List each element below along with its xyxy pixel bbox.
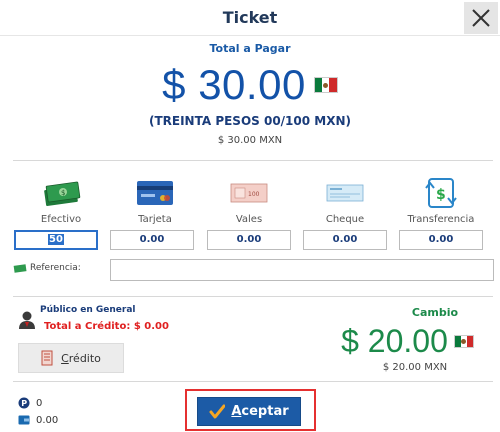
reference-label: Referencia: bbox=[30, 263, 81, 273]
credit-button-label: Crédito bbox=[61, 351, 101, 365]
person-icon bbox=[18, 310, 36, 334]
credit-total-label: Total a Crédito: bbox=[44, 321, 131, 332]
cash-amount-input[interactable]: 50 bbox=[14, 230, 98, 250]
document-icon bbox=[41, 350, 53, 366]
change-label: Cambio bbox=[411, 306, 459, 319]
total-label: Total a Pagar bbox=[209, 42, 291, 55]
wallet-balance: 0.00 bbox=[18, 414, 58, 426]
check-amount-input[interactable]: 0.00 bbox=[303, 230, 387, 250]
change-amount: $ 20.00 bbox=[341, 322, 448, 359]
points-balance: P 0 bbox=[18, 397, 42, 409]
change-currency: $ 20.00 MXN bbox=[382, 362, 448, 373]
amount-in-words: (TREINTA PESOS 00/100 MXN) bbox=[148, 114, 352, 128]
divider bbox=[13, 296, 493, 297]
transfer-amount-input[interactable]: 0.00 bbox=[399, 230, 483, 250]
credit-button[interactable]: Crédito bbox=[18, 343, 124, 373]
cash-icon: $ bbox=[44, 181, 81, 207]
window-title: Ticket bbox=[222, 8, 278, 27]
payment-method-label: Tarjeta bbox=[138, 214, 172, 225]
payment-method-vouchers[interactable]: 100 Vales bbox=[204, 176, 294, 225]
svg-text:$: $ bbox=[61, 189, 65, 197]
svg-text:100: 100 bbox=[248, 191, 260, 198]
payment-method-card[interactable]: Tarjeta bbox=[110, 176, 200, 225]
mexico-flag-icon bbox=[313, 77, 338, 93]
points-icon: P bbox=[18, 397, 30, 409]
payment-method-label: Vales bbox=[235, 214, 263, 225]
svg-text:$: $ bbox=[436, 187, 446, 203]
reference-label-group: Referencia: bbox=[13, 263, 81, 273]
voucher-icon: 100 bbox=[230, 183, 268, 203]
total-amount: $ 30.00 bbox=[162, 61, 306, 108]
credit-card-icon bbox=[137, 181, 173, 205]
accept-button-label: Aceptar bbox=[231, 404, 289, 419]
payment-method-cash[interactable]: $ Efectivo bbox=[16, 176, 106, 225]
payment-method-check[interactable]: Cheque bbox=[300, 176, 390, 225]
accept-button[interactable]: Aceptar bbox=[197, 397, 301, 426]
svg-text:P: P bbox=[21, 399, 27, 408]
points-value: 0 bbox=[36, 397, 43, 409]
reference-input[interactable] bbox=[110, 259, 494, 281]
credit-total-value: $ 0.00 bbox=[133, 321, 169, 332]
wallet-icon bbox=[18, 415, 30, 425]
card-amount-input[interactable]: 0.00 bbox=[110, 230, 194, 250]
payment-method-label: Efectivo bbox=[40, 214, 82, 225]
payment-method-transfer[interactable]: $ Transferencia bbox=[396, 176, 486, 225]
cash-icon bbox=[13, 264, 27, 273]
checkmark-icon bbox=[209, 404, 226, 418]
close-icon[interactable] bbox=[471, 8, 491, 28]
transfer-icon: $ bbox=[425, 178, 457, 208]
client-name: Público en General bbox=[40, 305, 136, 315]
mexico-flag-icon bbox=[453, 334, 474, 348]
wallet-value: 0.00 bbox=[36, 414, 59, 426]
check-icon bbox=[326, 184, 364, 202]
vouchers-amount-input[interactable]: 0.00 bbox=[207, 230, 291, 250]
close-button[interactable] bbox=[464, 2, 498, 34]
payment-method-label: Transferencia bbox=[407, 214, 475, 225]
credit-total: Total a Crédito: $ 0.00 bbox=[44, 321, 169, 332]
payment-method-label: Cheque bbox=[325, 214, 365, 225]
total-amount-row: $ 30.00 bbox=[0, 60, 500, 110]
title-bar: Ticket bbox=[0, 0, 500, 36]
divider bbox=[13, 381, 493, 382]
divider bbox=[13, 160, 493, 161]
change-amount-row: $ 20.00 bbox=[320, 322, 495, 360]
amount-currency: $ 30.00 MXN bbox=[217, 135, 283, 146]
